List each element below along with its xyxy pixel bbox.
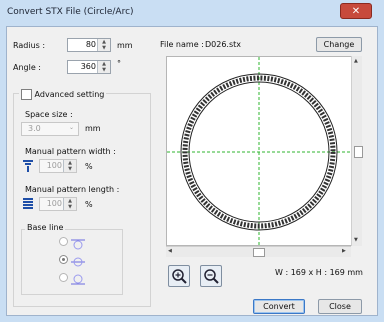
pattern-length-icon xyxy=(23,198,33,209)
zoom-out-button[interactable] xyxy=(200,265,222,287)
zoom-in-icon xyxy=(172,269,187,284)
advanced-checkbox[interactable] xyxy=(21,89,32,100)
base-line-bottom-icon xyxy=(70,274,85,284)
angle-spin-arrows[interactable]: ▲ ▼ xyxy=(97,61,110,73)
pattern-length-spinner[interactable]: 100 ▲ ▼ xyxy=(39,197,77,211)
dialog-window: Convert STX File (Circle/Arc) ✕ Radius :… xyxy=(0,0,384,322)
close-window-button[interactable]: ✕ xyxy=(340,3,372,19)
horizontal-scrollbar[interactable]: ◀ ▶ xyxy=(166,246,351,257)
base-line-top-icon xyxy=(70,239,85,249)
pattern-width-spinner[interactable]: 100 ▲ ▼ xyxy=(39,159,77,173)
ring-preview xyxy=(167,57,353,247)
space-size-value: 3.0 xyxy=(28,124,41,133)
pattern-width-spin-arrows[interactable]: ▲ ▼ xyxy=(63,160,76,172)
scroll-down-icon[interactable]: ▼ xyxy=(354,237,358,243)
scroll-right-icon[interactable]: ▶ xyxy=(342,248,346,254)
chevron-down-icon: ⌄ xyxy=(68,124,74,131)
pattern-width-icon xyxy=(23,160,33,172)
pattern-length-value: 100 xyxy=(46,199,62,208)
close-button[interactable]: Close xyxy=(318,299,362,314)
base-line-center-radio[interactable] xyxy=(59,255,68,264)
file-name-label: File name : xyxy=(160,40,204,49)
zoom-in-button[interactable] xyxy=(168,265,190,287)
window-title: Convert STX File (Circle/Arc) xyxy=(7,7,134,17)
angle-unit: ° xyxy=(117,59,121,68)
space-size-select[interactable]: 3.0 ⌄ xyxy=(21,122,79,136)
pattern-length-unit: % xyxy=(85,200,93,209)
pattern-length-label: Manual pattern length : xyxy=(25,185,120,194)
base-line-center-icon xyxy=(70,257,85,266)
radius-label: Radius : xyxy=(13,41,46,50)
pattern-length-spin-arrows[interactable]: ▲ ▼ xyxy=(63,198,76,210)
radius-spin-arrows[interactable]: ▲ ▼ xyxy=(97,39,110,51)
space-size-label: Space size : xyxy=(25,110,73,119)
angle-label: Angle : xyxy=(13,63,42,72)
base-line-option-center[interactable] xyxy=(59,255,85,268)
pattern-width-unit: % xyxy=(85,162,93,171)
change-button[interactable]: Change xyxy=(316,37,362,52)
base-line-option-top[interactable] xyxy=(59,237,85,250)
convert-button[interactable]: Convert xyxy=(253,299,305,314)
vertical-scroll-thumb[interactable] xyxy=(354,146,363,158)
horizontal-scroll-thumb[interactable] xyxy=(253,248,265,257)
radius-spinner[interactable]: 80 ▲ ▼ xyxy=(67,38,111,52)
preview-canvas[interactable] xyxy=(166,56,362,247)
file-name-value: D026.stx xyxy=(205,40,242,49)
angle-spinner[interactable]: 360 ▲ ▼ xyxy=(67,60,111,74)
radius-unit: mm xyxy=(117,41,133,50)
vertical-scrollbar[interactable]: ▲ ▼ xyxy=(351,56,363,246)
angle-value: 360 xyxy=(80,62,96,71)
base-line-option-bottom[interactable] xyxy=(59,273,85,286)
advanced-label: Advanced setting xyxy=(34,90,105,99)
advanced-checkbox-row[interactable]: Advanced setting xyxy=(19,89,107,100)
size-readout: W : 169 x H : 169 mm xyxy=(275,268,363,277)
pattern-width-value: 100 xyxy=(46,161,62,170)
scroll-up-icon[interactable]: ▲ xyxy=(354,58,358,64)
zoom-out-icon xyxy=(204,269,219,284)
radius-value: 80 xyxy=(85,40,96,49)
scroll-left-icon[interactable]: ◀ xyxy=(168,248,172,254)
base-line-top-radio[interactable] xyxy=(59,237,68,246)
pattern-width-label: Manual pattern width : xyxy=(25,147,116,156)
base-line-bottom-radio[interactable] xyxy=(59,273,68,282)
base-line-label: Base line xyxy=(25,223,66,232)
space-size-unit: mm xyxy=(85,124,101,133)
title-bar: Convert STX File (Circle/Arc) ✕ xyxy=(0,0,384,24)
